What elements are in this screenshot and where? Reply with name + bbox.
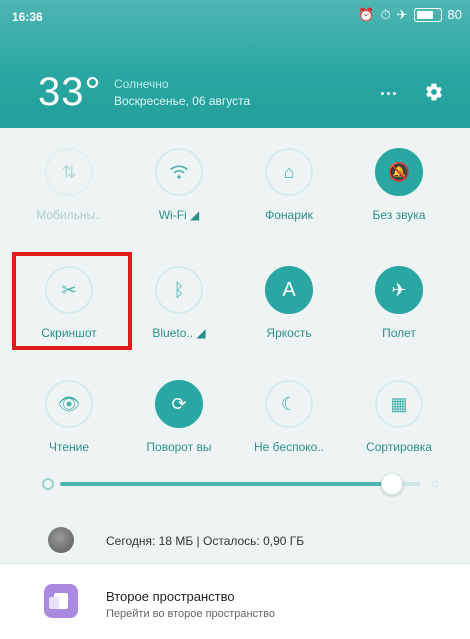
bluetooth-icon: ᛒ: [155, 266, 203, 314]
tile-label: Blueto.. ◢: [152, 326, 206, 340]
clock-icon: ⏱: [380, 7, 391, 22]
tile-label: Без звука: [372, 208, 426, 222]
battery-icon: [413, 8, 442, 22]
brightness-a-icon: A: [265, 266, 313, 314]
tile-mobile-data[interactable]: ⇅ Мобильны..: [14, 148, 124, 268]
data-usage-text: Сегодня: 18 МБ | Осталось: 0,90 ГБ: [106, 534, 305, 548]
tile-silent[interactable]: 🔕 Без звука: [344, 148, 454, 268]
brightness-low-icon: [42, 478, 54, 490]
flashlight-icon: ⌂: [265, 148, 313, 196]
gear-icon[interactable]: [424, 82, 444, 102]
tile-label: Не беспоко..: [254, 440, 324, 454]
sort-arrows-icon: ⇅: [45, 148, 93, 196]
rotation-lock-icon: ⟳: [155, 380, 203, 428]
bell-off-icon: 🔕: [375, 148, 423, 196]
sun-icon: ☼: [429, 474, 442, 490]
status-icons: ⏰ ⏱ ✈ 80: [358, 7, 462, 23]
tile-label: Поворот вы: [146, 440, 212, 454]
screenshot-highlight-box: [12, 252, 132, 350]
tile-label: Сортировка: [366, 440, 432, 454]
tile-label: Чтение: [48, 440, 90, 454]
airplane-icon: ✈: [375, 266, 423, 314]
second-space-subtitle: Перейти во второе пространство: [106, 608, 275, 620]
wifi-icon: [155, 148, 203, 196]
weather-date: Воскресенье, 06 августа: [114, 94, 251, 108]
second-space-app-icon: [44, 584, 78, 618]
more-button[interactable]: ···: [380, 84, 398, 105]
tile-airplane[interactable]: ✈ Полет: [344, 266, 454, 386]
weather-condition: Солнечно: [114, 77, 169, 91]
tile-brightness[interactable]: A Яркость: [234, 266, 344, 386]
second-space-notification[interactable]: Второе пространство Перейти во второе пр…: [0, 564, 470, 639]
eye-icon: 👁: [45, 380, 93, 428]
tile-bluetooth[interactable]: ᛒ Blueto.. ◢: [124, 266, 234, 386]
moon-icon: ☾: [265, 380, 313, 428]
tile-wifi[interactable]: Wi-Fi ◢: [124, 148, 234, 268]
brightness-knob[interactable]: [381, 473, 404, 495]
battery-text: 80: [447, 7, 462, 22]
data-usage-icon: [48, 527, 74, 553]
tile-flashlight[interactable]: ⌂ Фонарик: [234, 148, 344, 268]
grid-icon: ▦: [375, 380, 423, 428]
weather-info: Солнечно Воскресенье, 06 августа: [114, 76, 250, 110]
tile-label: Мобильны..: [36, 208, 102, 222]
brightness-fill: [60, 482, 392, 486]
brightness-slider[interactable]: ☼: [42, 470, 442, 495]
airplane-status-icon: ✈: [396, 7, 408, 22]
tile-label: Полет: [382, 326, 416, 340]
alarm-icon: ⏰: [358, 7, 375, 22]
status-time: 16:36: [12, 10, 43, 24]
weather-temperature: 33°: [38, 70, 102, 114]
tile-label: Фонарик: [265, 208, 313, 222]
second-space-title: Второе пространство: [106, 589, 235, 604]
tile-label: Яркость: [266, 326, 312, 340]
notification-header: 16:36 ⏰ ⏱ ✈ 80 33° Солнечно Воскресенье,…: [0, 0, 470, 128]
tile-label: Wi-Fi ◢: [158, 208, 200, 222]
status-bar: 16:36 ⏰ ⏱ ✈ 80: [0, 0, 470, 30]
data-usage-row[interactable]: Сегодня: 18 МБ | Осталось: 0,90 ГБ: [0, 521, 470, 561]
